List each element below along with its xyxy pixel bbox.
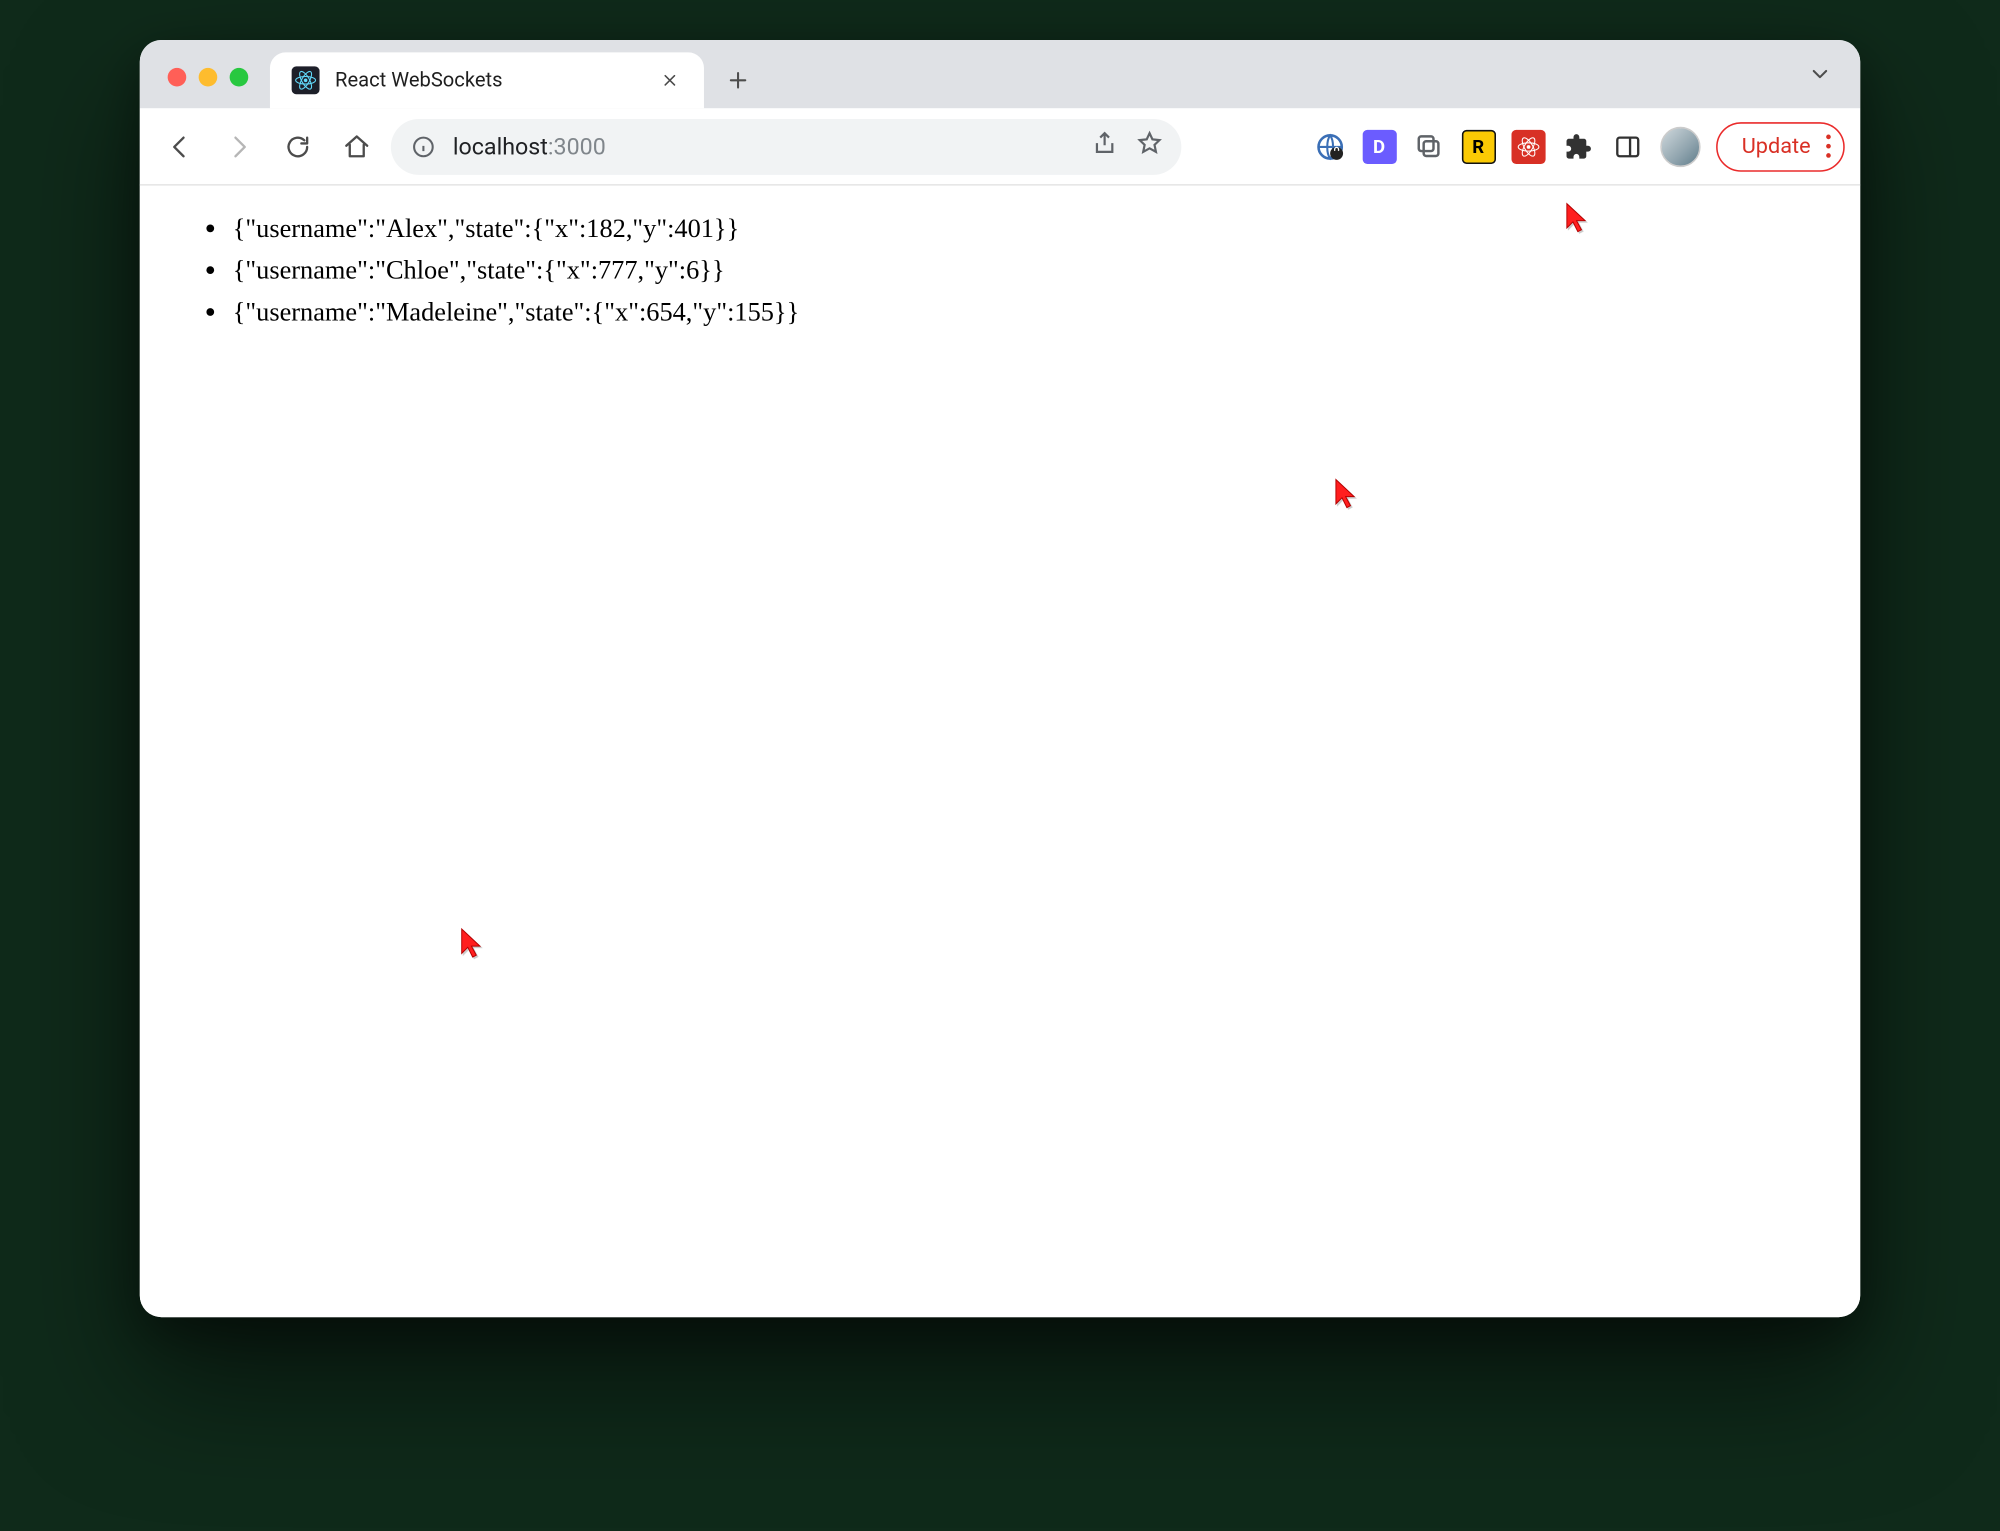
react-devtools-icon[interactable] bbox=[1511, 129, 1545, 163]
site-info-icon[interactable] bbox=[409, 132, 437, 160]
back-button[interactable] bbox=[155, 121, 205, 171]
browser-window: React WebSockets bbox=[140, 40, 1861, 1317]
home-button[interactable] bbox=[332, 121, 382, 171]
remote-cursor-icon bbox=[459, 927, 484, 961]
toolbar: localhost:3000 D R bbox=[140, 108, 1861, 186]
remote-cursor-icon bbox=[1333, 477, 1358, 511]
maximize-window-button[interactable] bbox=[230, 68, 249, 87]
address-bar[interactable]: localhost:3000 bbox=[391, 118, 1182, 174]
extensions-group: D R Update bbox=[1312, 121, 1844, 171]
page-content: {"username":"Alex","state":{"x":182,"y":… bbox=[140, 186, 1861, 356]
side-panel-icon[interactable] bbox=[1610, 129, 1644, 163]
user-json-item: {"username":"Alex","state":{"x":182,"y":… bbox=[233, 207, 1799, 249]
r-extension-icon[interactable]: R bbox=[1461, 129, 1495, 163]
share-icon[interactable] bbox=[1091, 130, 1117, 163]
page-viewport: {"username":"Alex","state":{"x":182,"y":… bbox=[140, 186, 1861, 1317]
user-json-item: {"username":"Chloe","state":{"x":777,"y"… bbox=[233, 250, 1799, 292]
forward-button[interactable] bbox=[214, 121, 264, 171]
active-tab[interactable]: React WebSockets bbox=[270, 52, 704, 108]
extensions-puzzle-icon[interactable] bbox=[1560, 129, 1594, 163]
d-extension-icon[interactable]: D bbox=[1362, 129, 1396, 163]
tab-search-button[interactable] bbox=[1808, 62, 1833, 93]
update-label: Update bbox=[1742, 134, 1811, 159]
bookmark-star-icon[interactable] bbox=[1136, 130, 1162, 163]
reload-button[interactable] bbox=[273, 121, 323, 171]
minimize-window-button[interactable] bbox=[199, 68, 218, 87]
url-port: :3000 bbox=[548, 132, 606, 160]
update-button[interactable]: Update bbox=[1715, 121, 1844, 171]
menu-dots-icon bbox=[1826, 135, 1831, 158]
user-json-item: {"username":"Madeleine","state":{"x":654… bbox=[233, 292, 1799, 334]
url-host: localhost bbox=[453, 132, 548, 160]
react-icon bbox=[292, 66, 320, 94]
privacy-globe-icon[interactable] bbox=[1312, 129, 1346, 163]
window-controls bbox=[168, 68, 249, 87]
new-tab-button[interactable] bbox=[716, 59, 759, 102]
copy-extension-icon[interactable] bbox=[1412, 129, 1446, 163]
tab-title: React WebSockets bbox=[335, 69, 642, 92]
close-tab-button[interactable] bbox=[657, 68, 682, 93]
profile-avatar[interactable] bbox=[1660, 126, 1700, 166]
close-window-button[interactable] bbox=[168, 68, 187, 87]
user-json-list: {"username":"Alex","state":{"x":182,"y":… bbox=[202, 207, 1799, 333]
url-text: localhost:3000 bbox=[453, 132, 606, 160]
tab-strip: React WebSockets bbox=[140, 40, 1861, 108]
